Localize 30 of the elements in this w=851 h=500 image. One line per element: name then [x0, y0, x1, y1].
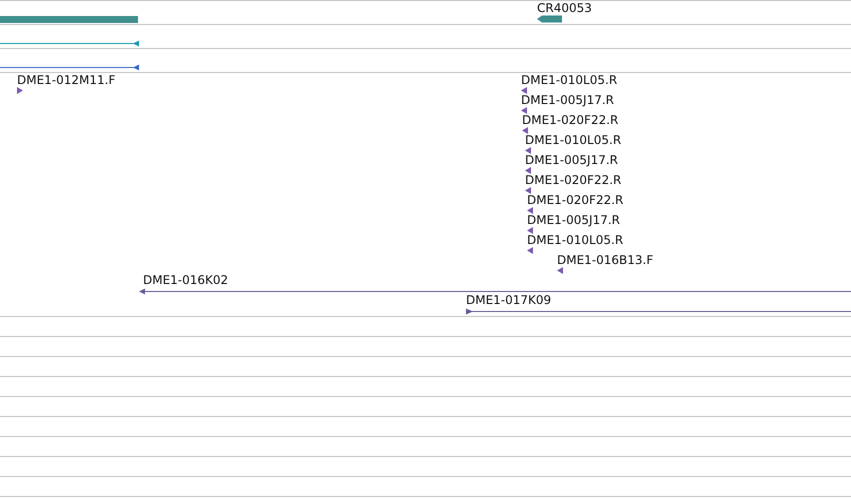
feature-label: DME1-005J17.R	[521, 93, 614, 107]
feature-label: DME1-010L05.R	[525, 133, 622, 147]
feature-label: DME1-005J17.R	[525, 153, 618, 167]
feature-line[interactable]	[466, 308, 851, 314]
left-triangle-icon[interactable]	[527, 247, 533, 254]
feature-line[interactable]	[139, 288, 851, 294]
feature-label: DME1-017K09	[466, 293, 552, 307]
feature-label: DME1-016B13.F	[557, 253, 654, 267]
left-triangle-icon[interactable]	[525, 147, 531, 154]
feature-line[interactable]	[0, 40, 140, 46]
feature-label: DME1-016K02	[143, 273, 228, 287]
feature-label: DME1-020F22.R	[525, 173, 622, 187]
left-triangle-icon[interactable]	[525, 187, 531, 194]
feature-label: DME1-010L05.R	[521, 73, 618, 87]
feature-label: DME1-010L05.R	[527, 233, 624, 247]
feature-label: DME1-005J17.R	[527, 213, 620, 227]
left-triangle-icon[interactable]	[521, 107, 527, 114]
left-triangle-icon[interactable]	[522, 127, 528, 134]
feature-label: DME1-012M11.F	[17, 73, 116, 87]
left-triangle-icon[interactable]	[527, 207, 533, 214]
left-triangle-icon[interactable]	[557, 267, 563, 274]
feature-line[interactable]	[0, 64, 140, 70]
feature-label: CR40053	[537, 1, 592, 15]
right-triangle-icon[interactable]	[17, 87, 23, 94]
feature-label: DME1-020F22.R	[527, 193, 624, 207]
left-triangle-icon[interactable]	[527, 227, 533, 234]
gene-arrow[interactable]	[537, 16, 562, 22]
left-triangle-icon[interactable]	[521, 87, 527, 94]
left-triangle-icon[interactable]	[525, 167, 531, 174]
feature-label: DME1-020F22.R	[522, 113, 618, 127]
